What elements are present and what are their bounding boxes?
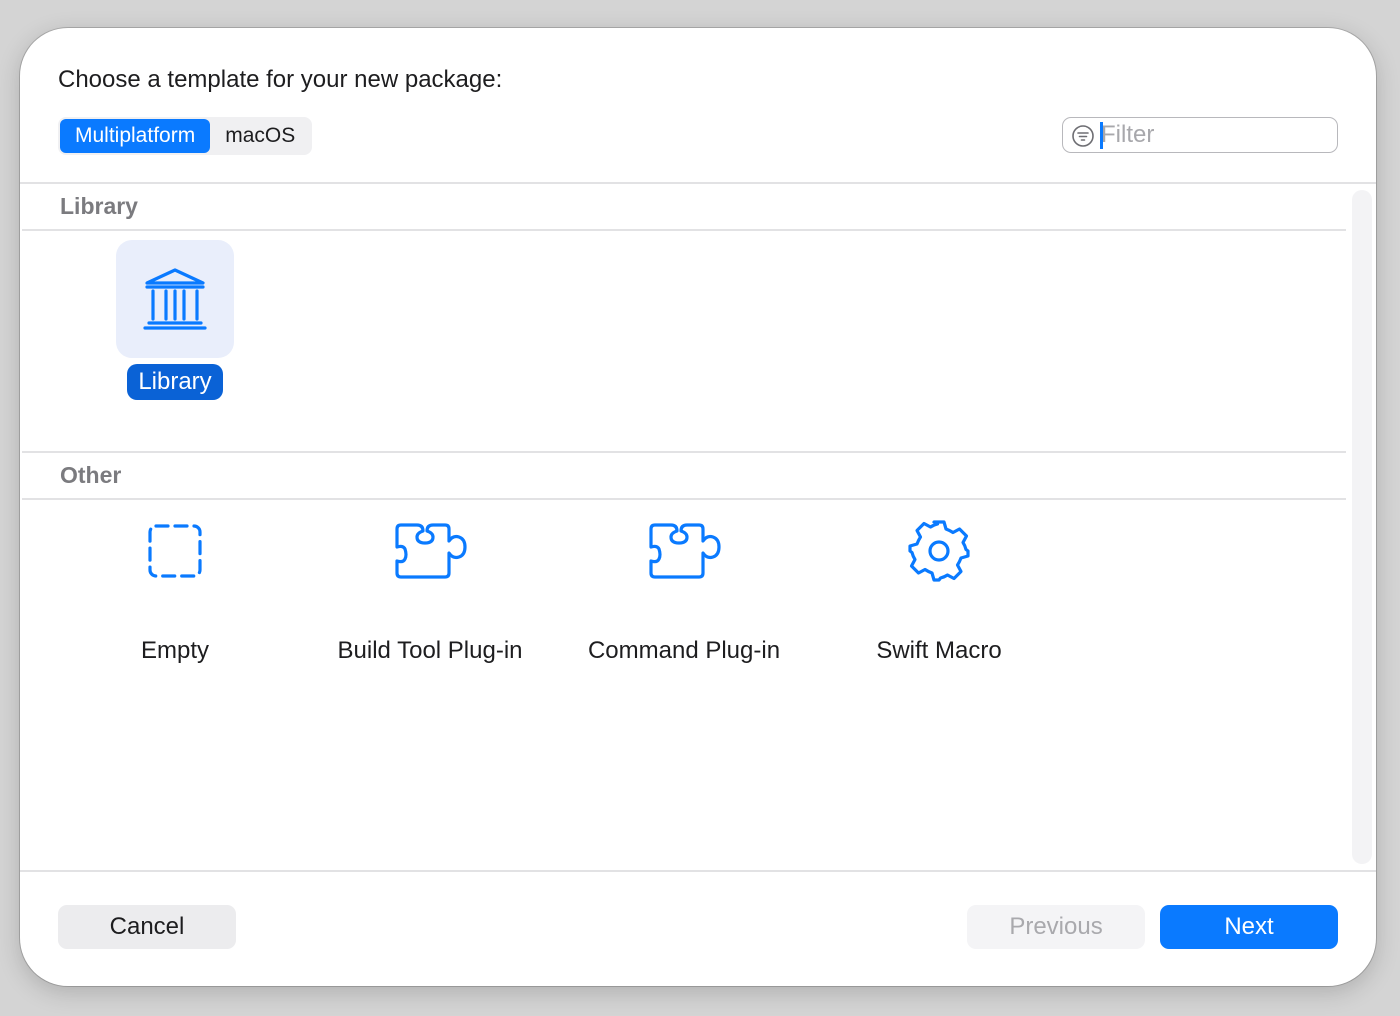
- template-empty[interactable]: Empty: [95, 509, 255, 669]
- dialog-prompt: Choose a template for your new package:: [58, 66, 503, 93]
- template-icon-box: [116, 509, 234, 593]
- building-columns-icon: [143, 268, 207, 330]
- template-build-tool-plugin[interactable]: Build Tool Plug-in: [338, 509, 523, 669]
- text-caret: [1100, 122, 1103, 149]
- section-title-other: Other: [60, 462, 122, 488]
- next-button[interactable]: Next: [1160, 905, 1338, 949]
- template-label: Library: [127, 364, 223, 400]
- filter-input[interactable]: [1101, 121, 1329, 149]
- footer-divider: [20, 870, 1376, 872]
- template-label: Build Tool Plug-in: [337, 637, 523, 664]
- section-divider-other: [22, 498, 1346, 500]
- dashed-square-icon: [148, 524, 202, 578]
- cancel-button[interactable]: Cancel: [58, 905, 236, 949]
- template-icon-box: [116, 240, 234, 358]
- template-icon-box: [371, 509, 489, 593]
- template-swift-macro[interactable]: Swift Macro: [859, 509, 1019, 669]
- template-command-plugin[interactable]: Command Plug-in: [588, 509, 780, 669]
- template-icon-box: [880, 509, 998, 593]
- header-divider: [20, 182, 1376, 184]
- tab-macos[interactable]: macOS: [210, 119, 310, 153]
- puzzle-piece-icon: [649, 523, 721, 579]
- template-icon-box: [625, 509, 743, 593]
- section-title-library: Library: [60, 193, 138, 219]
- gear-icon: [908, 520, 970, 582]
- platform-segmented-control: Multiplatform macOS: [58, 117, 313, 155]
- section-divider-library: [22, 229, 1346, 231]
- filter-icon: [1072, 125, 1094, 147]
- tab-multiplatform[interactable]: Multiplatform: [60, 119, 211, 153]
- vertical-scrollbar[interactable]: [1352, 190, 1372, 864]
- puzzle-piece-icon: [395, 523, 467, 579]
- template-library[interactable]: Library: [95, 240, 255, 400]
- template-label: Command Plug-in: [587, 637, 781, 664]
- template-label: Empty: [140, 637, 209, 664]
- filter-field[interactable]: [1062, 117, 1338, 153]
- new-package-dialog: Choose a template for your new package: …: [20, 28, 1376, 986]
- section-divider: [22, 451, 1346, 453]
- previous-button[interactable]: Previous: [967, 905, 1145, 949]
- template-label: Swift Macro: [876, 637, 1002, 664]
